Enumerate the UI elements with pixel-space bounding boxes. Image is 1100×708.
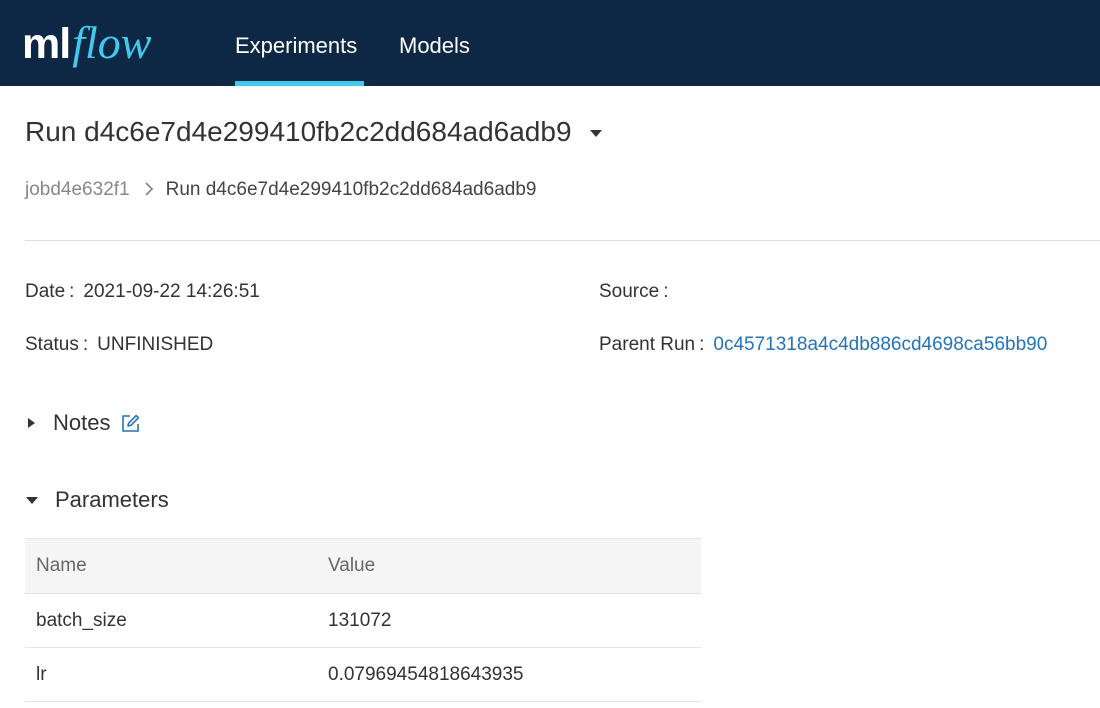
table-row: lr 0.07969454818643935 [25,647,701,702]
nav-models[interactable]: Models [399,0,470,86]
status-label: Status [25,334,79,355]
collapse-down-icon[interactable] [26,496,38,504]
logo-flow-text: flow [72,17,152,68]
top-navbar: ml flow Experiments Models [0,0,1100,86]
param-name-cell: lr [25,647,317,702]
parameters-section-header[interactable]: Parameters [25,487,169,513]
logo-ml-text: ml [22,20,71,68]
date-colon: : [69,281,75,302]
edit-icon[interactable] [120,413,141,434]
date-value: 2021-09-22 14:26:51 [83,281,260,302]
breadcrumb: jobd4e632f1 Run d4c6e7d4e299410fb2c2dd68… [25,179,536,201]
status-colon: : [82,334,89,355]
table-header-row: Name Value [25,538,701,594]
parent-run-label: Parent Run [599,334,696,355]
param-value-cell: 131072 [317,593,701,648]
header-divider [25,240,1100,241]
run-status: Status : UNFINISHED [25,334,213,356]
breadcrumb-experiment-link[interactable]: jobd4e632f1 [25,179,130,201]
source-colon: : [663,281,669,302]
table-row: batch_size 131072 [25,593,701,648]
active-nav-indicator [235,81,364,86]
page-title: Run d4c6e7d4e299410fb2c2dd684ad6adb9 [25,116,602,148]
date-label: Date [25,281,66,302]
column-header-value[interactable]: Value [317,538,701,594]
parameters-title: Parameters [55,487,169,512]
caret-down-icon[interactable] [589,129,602,137]
parameters-table: Name Value batch_size 131072 lr 0.079694… [25,538,701,702]
param-name-cell: batch_size [25,593,317,648]
notes-section-header[interactable]: Notes [25,410,141,436]
param-value-cell: 0.07969454818643935 [317,647,701,702]
source-label: Source [599,281,660,302]
run-parent: Parent Run : 0c4571318a4c4db886cd4698ca5… [599,334,1047,356]
status-value: UNFINISHED [97,334,214,355]
run-source: Source : [599,281,677,303]
mlflow-logo[interactable]: ml flow [22,12,151,74]
nav-experiments[interactable]: Experiments [235,0,357,86]
breadcrumb-separator-icon [144,180,154,201]
run-title-text: Run d4c6e7d4e299410fb2c2dd684ad6adb9 [25,116,572,147]
parent-run-colon: : [699,334,705,355]
column-header-name[interactable]: Name [25,538,317,594]
breadcrumb-current-run: Run d4c6e7d4e299410fb2c2dd684ad6adb9 [165,179,537,200]
expand-right-icon[interactable] [28,418,35,428]
parent-run-link[interactable]: 0c4571318a4c4db886cd4698ca56bb90 [713,334,1047,356]
run-date: Date : 2021-09-22 14:26:51 [25,281,260,303]
notes-title: Notes [53,410,111,435]
